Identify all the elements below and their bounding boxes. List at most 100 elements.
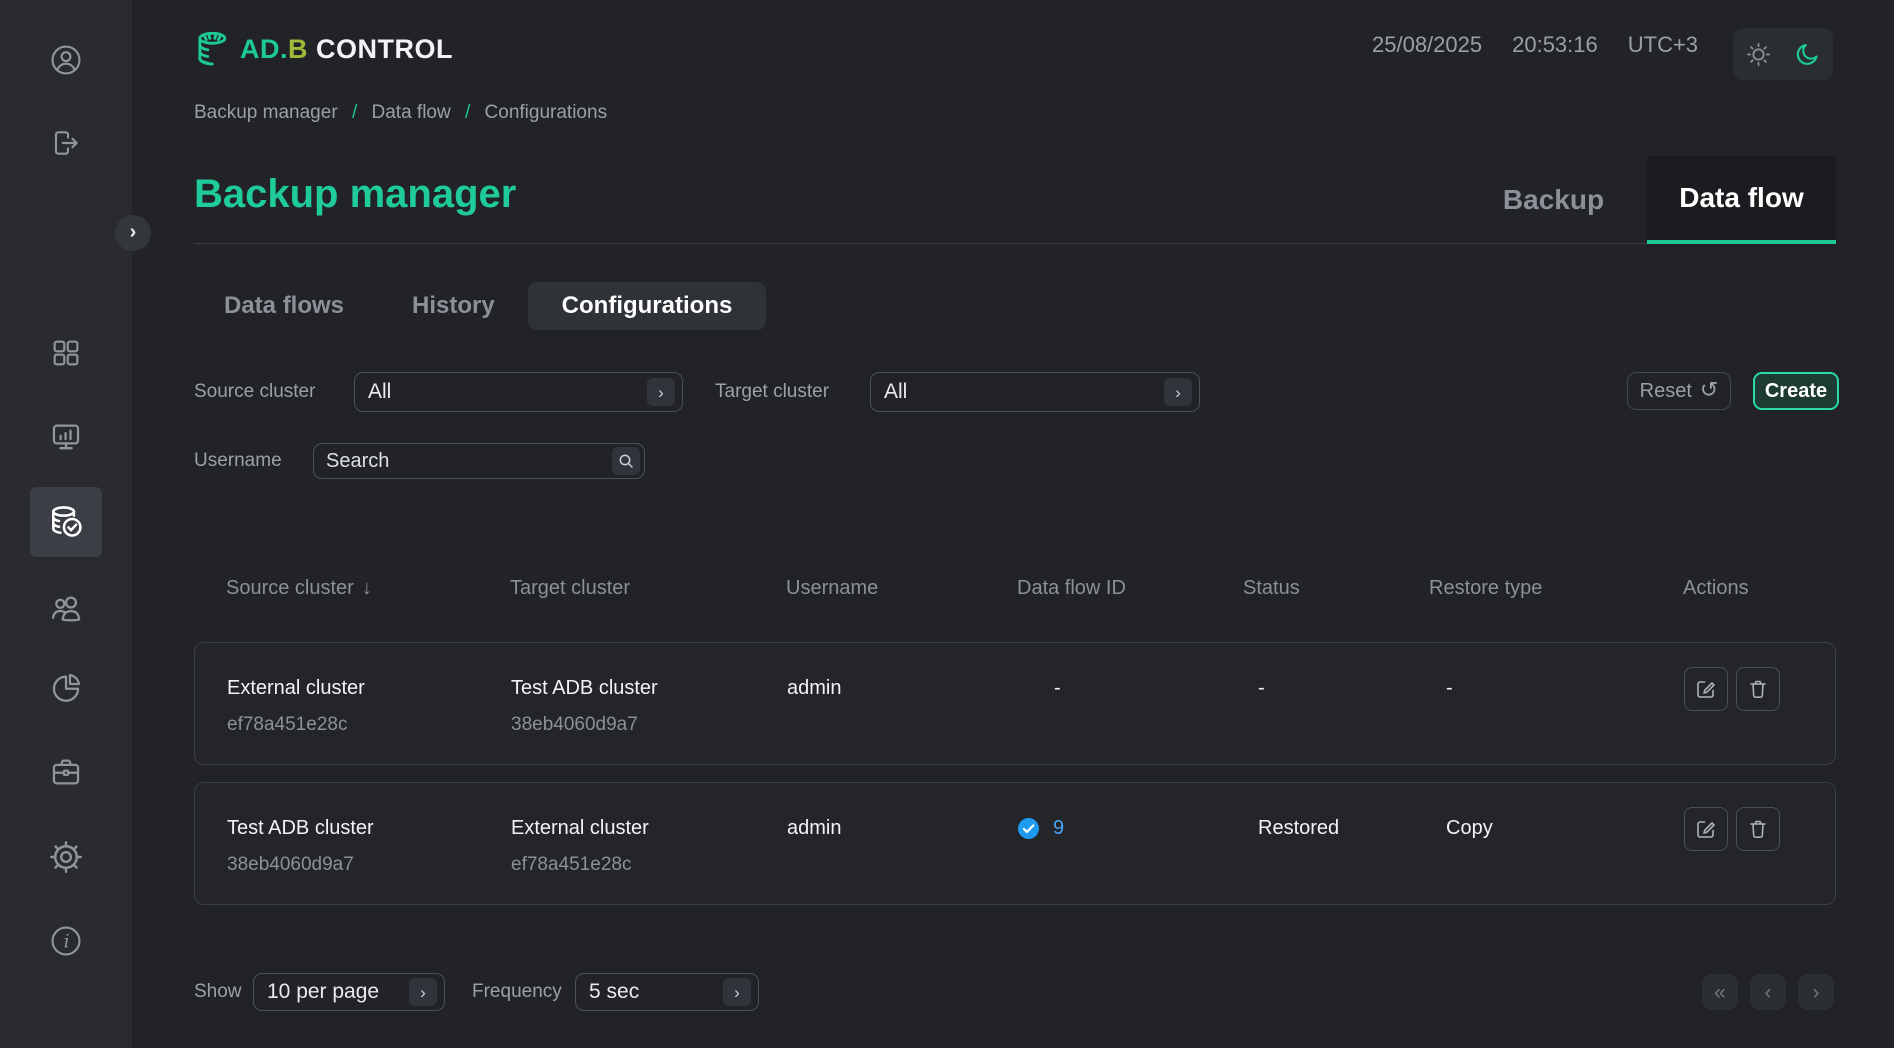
column-header-restore-type[interactable]: Restore type <box>1429 575 1683 601</box>
frequency-label: Frequency <box>472 973 562 1011</box>
cell-username: admin <box>787 817 1018 904</box>
logo-text-adb: AD. <box>240 34 288 65</box>
light-theme-sun-icon[interactable] <box>1745 41 1772 68</box>
app-logo: AD.B CONTROL <box>194 28 453 70</box>
reset-button[interactable]: Reset ↺ <box>1627 372 1731 410</box>
cell-status: Restored <box>1244 817 1430 904</box>
chevron-right-icon: › <box>1813 982 1820 1003</box>
cell-source-cluster: Test ADB cluster 38eb4060d9a7 <box>227 817 511 904</box>
frequency-select[interactable]: 5 sec › <box>575 973 759 1011</box>
search-icon[interactable] <box>612 447 640 475</box>
svg-text:i: i <box>64 932 70 953</box>
logo-text-control: CONTROL <box>316 34 453 65</box>
breadcrumb-separator: / <box>465 102 470 123</box>
cell-source-cluster: External cluster ef78a451e28c <box>227 677 511 764</box>
page-size-value: 10 per page <box>267 980 379 1004</box>
column-header-actions: Actions <box>1683 575 1836 601</box>
logout-icon[interactable] <box>50 127 82 159</box>
subtab-history[interactable]: History <box>412 282 495 330</box>
dark-theme-moon-icon[interactable] <box>1794 41 1821 68</box>
column-header-data-flow-id[interactable]: Data flow ID <box>1017 575 1243 601</box>
timezone-value: UTC+3 <box>1628 32 1698 58</box>
breadcrumb-backup-manager[interactable]: Backup manager <box>194 102 338 123</box>
edit-button[interactable] <box>1684 807 1728 851</box>
target-cluster-value: All <box>884 380 907 404</box>
pagination-next-button[interactable]: › <box>1798 974 1834 1010</box>
delete-button[interactable] <box>1736 807 1780 851</box>
breadcrumb-configurations[interactable]: Configurations <box>485 102 608 123</box>
table-row[interactable]: Test ADB cluster 38eb4060d9a7 External c… <box>194 782 1836 905</box>
page-title: Backup manager <box>194 172 516 217</box>
breadcrumb-data-flow[interactable]: Data flow <box>372 102 451 123</box>
chevron-right-icon: › <box>130 222 137 242</box>
pie-chart-icon[interactable] <box>49 671 83 705</box>
header-datetime: 25/08/2025 20:53:16 UTC+3 <box>1372 30 1698 60</box>
column-header-target-cluster[interactable]: Target cluster <box>510 575 786 601</box>
success-check-icon <box>1018 818 1039 839</box>
logo-text-b: B <box>288 34 308 65</box>
sidebar-expand-button[interactable]: › <box>115 215 151 251</box>
pagination-first-button[interactable]: « <box>1702 974 1738 1010</box>
subtab-configurations[interactable]: Configurations <box>528 282 766 330</box>
monitoring-icon[interactable] <box>49 420 83 454</box>
users-icon[interactable] <box>48 590 84 626</box>
sort-desc-icon[interactable]: ↓ <box>362 577 372 600</box>
subtab-data-flows[interactable]: Data flows <box>224 282 344 330</box>
backup-manager-icon[interactable] <box>47 503 85 541</box>
date-value: 25/08/2025 <box>1372 32 1482 58</box>
cell-status: - <box>1244 677 1430 764</box>
settings-gear-icon[interactable] <box>49 840 83 874</box>
pagination-prev-button[interactable]: ‹ <box>1750 974 1786 1010</box>
sidebar: i <box>0 0 132 1048</box>
breadcrumb: Backup manager / Data flow / Configurati… <box>194 102 607 124</box>
delete-button[interactable] <box>1736 667 1780 711</box>
username-search-input[interactable] <box>313 443 645 479</box>
theme-toggle[interactable] <box>1733 28 1833 80</box>
chevron-right-icon[interactable]: › <box>409 978 437 1006</box>
username-search <box>313 443 645 479</box>
page-size-select[interactable]: 10 per page › <box>253 973 445 1011</box>
app-window: i › AD.B CONTROL 25/08/2025 20:53:16 UTC… <box>0 0 1894 1048</box>
chevron-right-icon[interactable]: › <box>647 378 675 406</box>
data-flow-id-link[interactable]: 9 <box>1053 817 1064 840</box>
chevron-left-icon: ‹ <box>1765 982 1772 1003</box>
logo-database-icon <box>194 28 234 70</box>
column-header-status[interactable]: Status <box>1243 575 1429 601</box>
edit-button[interactable] <box>1684 667 1728 711</box>
time-value: 20:53:16 <box>1512 32 1598 58</box>
source-cluster-label: Source cluster <box>194 372 315 412</box>
double-chevron-left-icon: « <box>1714 982 1726 1003</box>
create-button[interactable]: Create <box>1753 372 1839 410</box>
cell-actions <box>1684 807 1835 904</box>
cell-restore-type: - <box>1430 677 1684 764</box>
column-header-source-cluster[interactable]: Source cluster ↓ <box>226 575 510 601</box>
frequency-value: 5 sec <box>589 980 639 1004</box>
cell-data-flow-id: - <box>1018 677 1244 764</box>
cell-restore-type: Copy <box>1430 817 1684 904</box>
source-cluster-select[interactable]: All › <box>354 372 683 412</box>
breadcrumb-separator: / <box>352 102 357 123</box>
cell-data-flow-id: 9 <box>1018 817 1244 840</box>
refresh-icon: ↺ <box>1700 379 1718 401</box>
reset-label: Reset <box>1640 380 1692 403</box>
dashboard-grid-icon[interactable] <box>50 337 82 369</box>
briefcase-icon[interactable] <box>49 755 83 789</box>
create-label: Create <box>1765 380 1827 403</box>
cell-username: admin <box>787 677 1018 764</box>
table-header-row: Source cluster ↓ Target cluster Username… <box>194 575 1836 601</box>
tab-data-flow[interactable]: Data flow <box>1647 156 1836 244</box>
user-profile-icon[interactable] <box>49 43 83 77</box>
info-icon[interactable]: i <box>49 924 83 958</box>
cell-actions <box>1684 667 1835 764</box>
show-label: Show <box>194 973 242 1011</box>
table-row[interactable]: External cluster ef78a451e28c Test ADB c… <box>194 642 1836 765</box>
cell-target-cluster: Test ADB cluster 38eb4060d9a7 <box>511 677 787 764</box>
chevron-right-icon[interactable]: › <box>723 978 751 1006</box>
target-cluster-label: Target cluster <box>715 372 829 412</box>
target-cluster-select[interactable]: All › <box>870 372 1200 412</box>
username-label: Username <box>194 443 282 479</box>
tab-backup[interactable]: Backup <box>1460 156 1647 244</box>
chevron-right-icon[interactable]: › <box>1164 378 1192 406</box>
column-header-username[interactable]: Username <box>786 575 1017 601</box>
source-cluster-value: All <box>368 380 391 404</box>
